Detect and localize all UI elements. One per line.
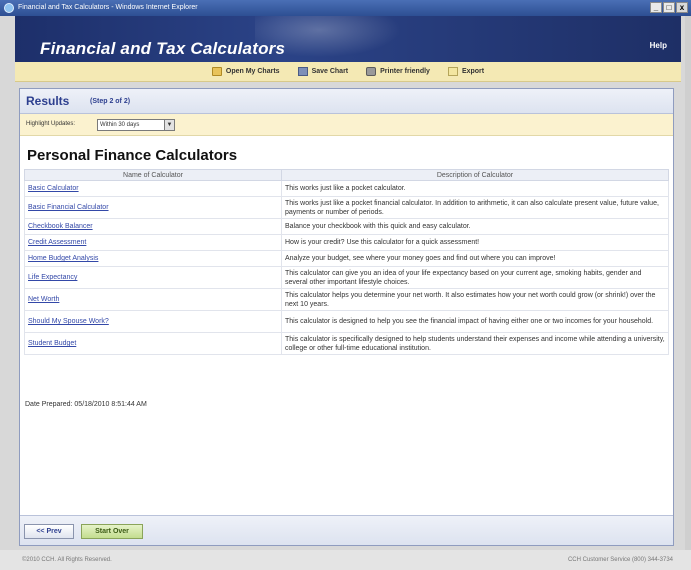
calculator-description: This works just like a pocket calculator… [281,180,669,197]
date-prepared: Date Prepared: 05/18/2010 8:51:44 AM [25,401,147,408]
results-header: Results (Step 2 of 2) [20,89,673,114]
highlight-updates-row: Highlight Updates: Within 30 days ▼ [20,114,673,136]
table-cell: Net Worth [24,288,282,311]
maximize-button[interactable]: □ [663,2,675,13]
minimize-button[interactable]: _ [650,2,662,13]
table-row: Student Budget This calculator is specif… [24,332,669,355]
window-scrollbar[interactable] [685,16,691,550]
browser-icon [4,3,14,13]
calculator-link[interactable]: Student Budget [28,340,76,347]
calculator-link[interactable]: Should My Spouse Work? [28,318,109,325]
prev-button[interactable]: << Prev [24,524,74,539]
window-title: Financial and Tax Calculators - Windows … [18,4,198,11]
calculator-description: Balance your checkbook with this quick a… [281,218,669,235]
highlight-updates-select[interactable]: Within 30 days ▼ [97,119,175,131]
dropdown-arrow-icon[interactable]: ▼ [164,120,174,130]
calculator-link[interactable]: Basic Calculator [28,185,79,192]
calculator-link[interactable]: Basic Financial Calculator [28,204,109,211]
calculator-link[interactable]: Credit Assessment [28,239,86,246]
calculator-link[interactable]: Net Worth [28,296,59,303]
calculator-description: This calculator is designed to help you … [281,310,669,333]
results-title: Results [26,94,70,108]
calculator-description: Analyze your budget, see where your mone… [281,250,669,267]
table-row: Checkbook Balancer Balance your checkboo… [24,218,669,235]
table-cell: Home Budget Analysis [24,250,282,267]
calculator-description: This works just like a pocket financial … [281,196,669,219]
toolbar: Open My Charts Save Chart Printer friend… [15,62,681,82]
status-bar: ©2010 CCH. All Rights Reserved. CCH Cust… [0,550,691,570]
calculator-description: This calculator is specifically designed… [281,332,669,355]
help-link[interactable]: Help [650,41,667,50]
results-step: (Step 2 of 2) [90,98,131,105]
table-header-row: Name of Calculator Description of Calcul… [24,169,669,181]
calculator-description: This calculator can give you an idea of … [281,266,669,289]
copyright-text: ©2010 CCH. All Rights Reserved. [22,557,112,563]
calculator-link[interactable]: Life Expectancy [28,274,77,281]
folder-icon [211,67,222,76]
column-header-name: Name of Calculator [24,169,282,181]
table-cell: Basic Calculator [24,180,282,197]
section-title: Personal Finance Calculators [27,147,238,164]
table-cell: Should My Spouse Work? [24,310,282,333]
customer-service-text: CCH Customer Service (800) 344-3734 [567,557,673,563]
table-cell: Checkbook Balancer [24,218,282,235]
table-cell: Life Expectancy [24,266,282,289]
table-row: Net Worth This calculator helps you dete… [24,288,669,311]
printer-icon [366,67,377,76]
calculator-description: This calculator helps you determine your… [281,288,669,311]
export-label: Export [461,68,485,75]
results-panel: Results (Step 2 of 2) Highlight Updates:… [19,88,674,546]
table-cell: Student Budget [24,332,282,355]
column-header-description: Description of Calculator [281,169,669,181]
export-button[interactable]: Export [447,67,485,76]
navigation-bar: << Prev Start Over [20,515,673,545]
app-header: Financial and Tax Calculators Help [15,16,681,62]
close-button[interactable]: x [676,2,688,13]
save-chart-label: Save Chart [311,68,349,75]
table-row: Life Expectancy This calculator can give… [24,266,669,289]
table-row: Basic Calculator This works just like a … [24,180,669,197]
window-controls: _ □ x [650,2,688,13]
open-my-charts-label: Open My Charts [225,68,280,75]
open-my-charts-button[interactable]: Open My Charts [211,67,280,76]
calculator-description: How is your credit? Use this calculator … [281,234,669,251]
table-cell: Credit Assessment [24,234,282,251]
highlight-updates-label: Highlight Updates: [26,121,76,127]
calculator-link[interactable]: Checkbook Balancer [28,223,93,230]
table-row: Home Budget Analysis Analyze your budget… [24,250,669,267]
table-row: Credit Assessment How is your credit? Us… [24,234,669,251]
export-icon [447,67,458,76]
printer-friendly-label: Printer friendly [380,68,430,75]
printer-friendly-button[interactable]: Printer friendly [366,67,430,76]
app-title: Financial and Tax Calculators [40,39,286,58]
window-titlebar: Financial and Tax Calculators - Windows … [0,0,691,16]
start-over-button[interactable]: Start Over [81,524,143,539]
table-row: Basic Financial Calculator This works ju… [24,196,669,219]
table-row: Should My Spouse Work? This calculator i… [24,310,669,333]
table-cell: Basic Financial Calculator [24,196,282,219]
save-icon [297,67,308,76]
highlight-updates-value: Within 30 days [100,122,140,128]
calculator-table: Name of Calculator Description of Calcul… [24,169,669,355]
save-chart-button[interactable]: Save Chart [297,67,349,76]
calculator-link[interactable]: Home Budget Analysis [28,255,98,262]
